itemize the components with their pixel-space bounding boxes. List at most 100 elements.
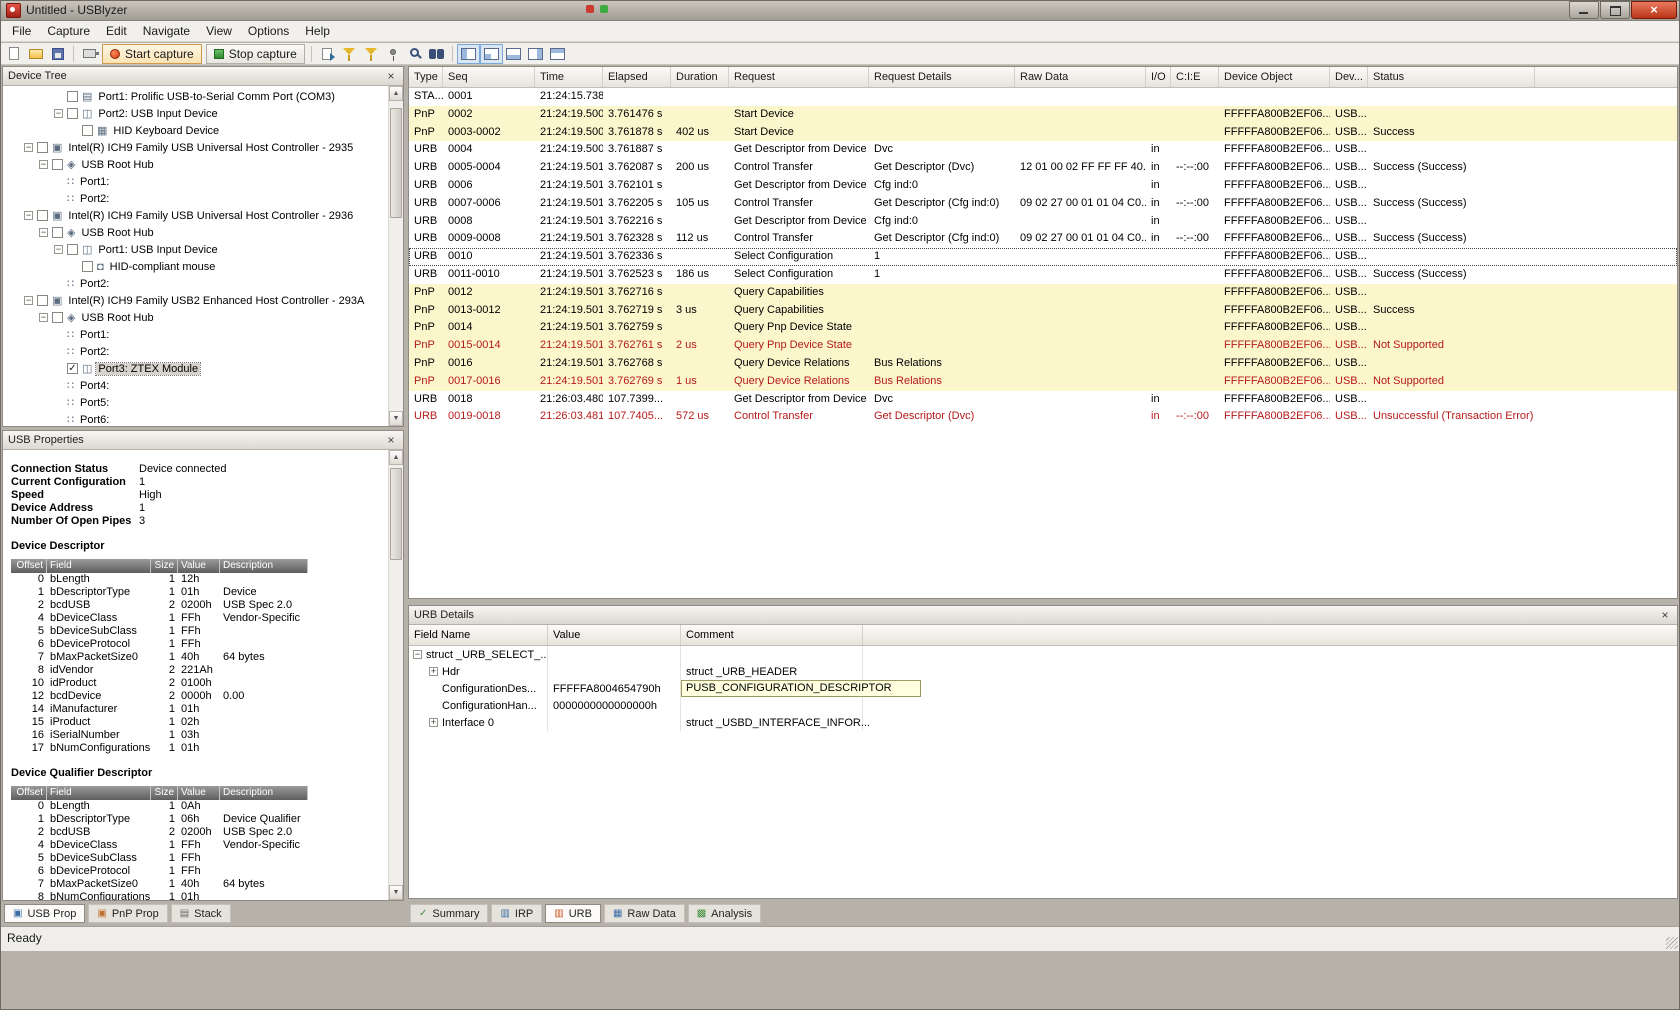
- capture-row[interactable]: URB0011-001021:24:19.5013.762523 s186 us…: [409, 266, 1677, 284]
- column-header-dev[interactable]: Dev...: [1330, 67, 1368, 87]
- device-tree-scrollbar[interactable]: [388, 86, 403, 426]
- open-file-button[interactable]: [25, 44, 47, 64]
- column-header-elapsed[interactable]: Elapsed: [603, 67, 671, 87]
- column-header-duration[interactable]: Duration: [671, 67, 729, 87]
- tree-expander-minus-icon[interactable]: −: [39, 228, 48, 237]
- zoom-button[interactable]: [404, 44, 426, 64]
- pane-toggle-raw-data-button[interactable]: [525, 44, 547, 64]
- column-header-raw-data[interactable]: Raw Data: [1015, 67, 1146, 87]
- capture-row[interactable]: STA...000121:24:15.738: [409, 88, 1677, 106]
- start-capture-button[interactable]: Start capture: [102, 44, 202, 64]
- minimize-button[interactable]: [1569, 1, 1599, 19]
- urb-expander-minus-icon[interactable]: −: [413, 650, 422, 659]
- capture-row[interactable]: URB0005-000421:24:19.5013.762087 s200 us…: [409, 159, 1677, 177]
- capture-row[interactable]: PnP001221:24:19.5013.762716 sQuery Capab…: [409, 284, 1677, 302]
- capture-row[interactable]: URB001021:24:19.5013.762336 sSelect Conf…: [409, 248, 1677, 266]
- urb-expander-plus-icon[interactable]: +: [429, 718, 438, 727]
- stop-capture-button[interactable]: Stop capture: [206, 44, 305, 64]
- pane-toggle-properties-button[interactable]: [480, 44, 503, 64]
- tree-item[interactable]: −◈USB Root Hub: [3, 309, 388, 326]
- capture-row[interactable]: URB0007-000621:24:19.5013.762205 s105 us…: [409, 195, 1677, 213]
- scroll-thumb[interactable]: [390, 468, 402, 560]
- tree-item-checkbox[interactable]: [67, 108, 78, 119]
- tree-item-checkbox[interactable]: [82, 125, 93, 136]
- capture-row[interactable]: PnP0015-001421:24:19.5013.762761 s2 usQu…: [409, 337, 1677, 355]
- column-header-status[interactable]: Status: [1368, 67, 1535, 87]
- tree-expander-minus-icon[interactable]: −: [24, 143, 33, 152]
- capture-row[interactable]: PnP001621:24:19.5013.762768 sQuery Devic…: [409, 355, 1677, 373]
- new-file-button[interactable]: [3, 44, 25, 64]
- capture-row[interactable]: PnP000221:24:19.5003.761476 sStart Devic…: [409, 106, 1677, 124]
- tree-item[interactable]: −▣Intel(R) ICH9 Family USB Universal Hos…: [3, 207, 388, 224]
- tree-item[interactable]: ∷Port4:: [3, 377, 388, 394]
- capture-row[interactable]: URB0009-000821:24:19.5013.762328 s112 us…: [409, 230, 1677, 248]
- tree-item[interactable]: −▣Intel(R) ICH9 Family USB2 Enhanced Hos…: [3, 292, 388, 309]
- pane-toggle-device-tree-button[interactable]: [457, 44, 480, 64]
- tree-item-checkbox[interactable]: [37, 295, 48, 306]
- tree-item[interactable]: ∷Port5:: [3, 394, 388, 411]
- capture-row[interactable]: URB000821:24:19.5013.762216 sGet Descrip…: [409, 213, 1677, 231]
- resize-grip-icon[interactable]: [1666, 937, 1678, 949]
- tree-expander-minus-icon[interactable]: −: [39, 160, 48, 169]
- save-button[interactable]: [47, 44, 69, 64]
- pane-toggle-analysis-button[interactable]: [547, 44, 569, 64]
- menu-item-help[interactable]: Help: [297, 21, 338, 41]
- find-button[interactable]: [426, 44, 448, 64]
- scroll-thumb[interactable]: [390, 108, 402, 218]
- pin-button[interactable]: [382, 44, 404, 64]
- usb-properties-scrollbar[interactable]: [388, 450, 403, 900]
- column-header-seq[interactable]: Seq: [443, 67, 535, 87]
- autoscroll-button[interactable]: [316, 44, 338, 64]
- tab-raw-data[interactable]: ▦Raw Data: [604, 904, 685, 923]
- tree-item-checkbox[interactable]: [37, 142, 48, 153]
- tab-stack[interactable]: ▤Stack: [171, 904, 231, 923]
- urb-detail-row[interactable]: +Interface 0struct _USBD_INTERFACE_INFOR…: [409, 714, 1677, 731]
- column-header-device-object[interactable]: Device Object: [1219, 67, 1330, 87]
- column-header-value[interactable]: Value: [548, 625, 681, 645]
- filter-button[interactable]: [360, 44, 382, 64]
- urb-detail-row[interactable]: ConfigurationDes...FFFFFA8004654790hPUSB…: [409, 680, 1677, 697]
- tree-expander-minus-icon[interactable]: −: [54, 109, 63, 118]
- capture-row[interactable]: URB0019-001821:26:03.481107.7405...572 u…: [409, 408, 1677, 426]
- tree-item[interactable]: ∷Port2:: [3, 275, 388, 292]
- menu-item-edit[interactable]: Edit: [98, 21, 135, 41]
- tree-item[interactable]: −◫Port1: USB Input Device: [3, 241, 388, 258]
- tab-analysis[interactable]: ▩Analysis: [688, 904, 761, 923]
- tab-irp[interactable]: ▥IRP: [491, 904, 542, 923]
- tree-item[interactable]: ✓◫Port3: ZTEX Module: [3, 360, 388, 377]
- tree-expander-minus-icon[interactable]: −: [54, 245, 63, 254]
- tree-item-checkbox[interactable]: [37, 210, 48, 221]
- tree-item-checkbox[interactable]: [67, 244, 78, 255]
- scroll-up-icon[interactable]: [389, 450, 403, 465]
- capture-row[interactable]: URB001821:26:03.480107.7399...Get Descri…: [409, 391, 1677, 409]
- close-button[interactable]: [1631, 1, 1677, 19]
- maximize-button[interactable]: [1600, 1, 1630, 19]
- tree-expander-minus-icon[interactable]: −: [39, 313, 48, 322]
- tab-pnp-prop[interactable]: ▣PnP Prop: [88, 904, 167, 923]
- capture-row[interactable]: PnP001421:24:19.5013.762759 sQuery Pnp D…: [409, 319, 1677, 337]
- tree-item-checkbox[interactable]: [52, 227, 63, 238]
- title-bar[interactable]: Untitled - USBlyzer: [0, 0, 1680, 21]
- tree-item-checkbox[interactable]: [67, 91, 78, 102]
- tree-item[interactable]: ∷Port6:: [3, 411, 388, 426]
- column-header-comment[interactable]: Comment: [681, 625, 863, 645]
- tree-item[interactable]: −◈USB Root Hub: [3, 224, 388, 241]
- pane-toggle-details-button[interactable]: [503, 44, 525, 64]
- scroll-down-icon[interactable]: [389, 885, 403, 900]
- filter-settings-button[interactable]: [338, 44, 360, 64]
- capture-row[interactable]: PnP0013-001221:24:19.5013.762719 s3 usQu…: [409, 302, 1677, 320]
- column-header-c-i-e[interactable]: C:I:E: [1171, 67, 1219, 87]
- capture-row[interactable]: URB000621:24:19.5013.762101 sGet Descrip…: [409, 177, 1677, 195]
- tree-item-checkbox[interactable]: [52, 159, 63, 170]
- column-header-request[interactable]: Request: [729, 67, 869, 87]
- tree-item[interactable]: ∷Port2:: [3, 190, 388, 207]
- tree-expander-minus-icon[interactable]: −: [24, 296, 33, 305]
- tree-item[interactable]: ◘HID-compliant mouse: [3, 258, 388, 275]
- tree-item-checkbox[interactable]: ✓: [67, 363, 78, 374]
- usb-device-button[interactable]: [78, 44, 100, 64]
- tree-item[interactable]: ▤Port1: Prolific USB-to-Serial Comm Port…: [3, 88, 388, 105]
- tree-item[interactable]: −◫Port2: USB Input Device: [3, 105, 388, 122]
- urb-detail-row[interactable]: −struct _URB_SELECT_...: [409, 646, 1677, 663]
- tree-item[interactable]: ▦HID Keyboard Device: [3, 122, 388, 139]
- capture-row[interactable]: PnP0003-000221:24:19.5003.761878 s402 us…: [409, 124, 1677, 142]
